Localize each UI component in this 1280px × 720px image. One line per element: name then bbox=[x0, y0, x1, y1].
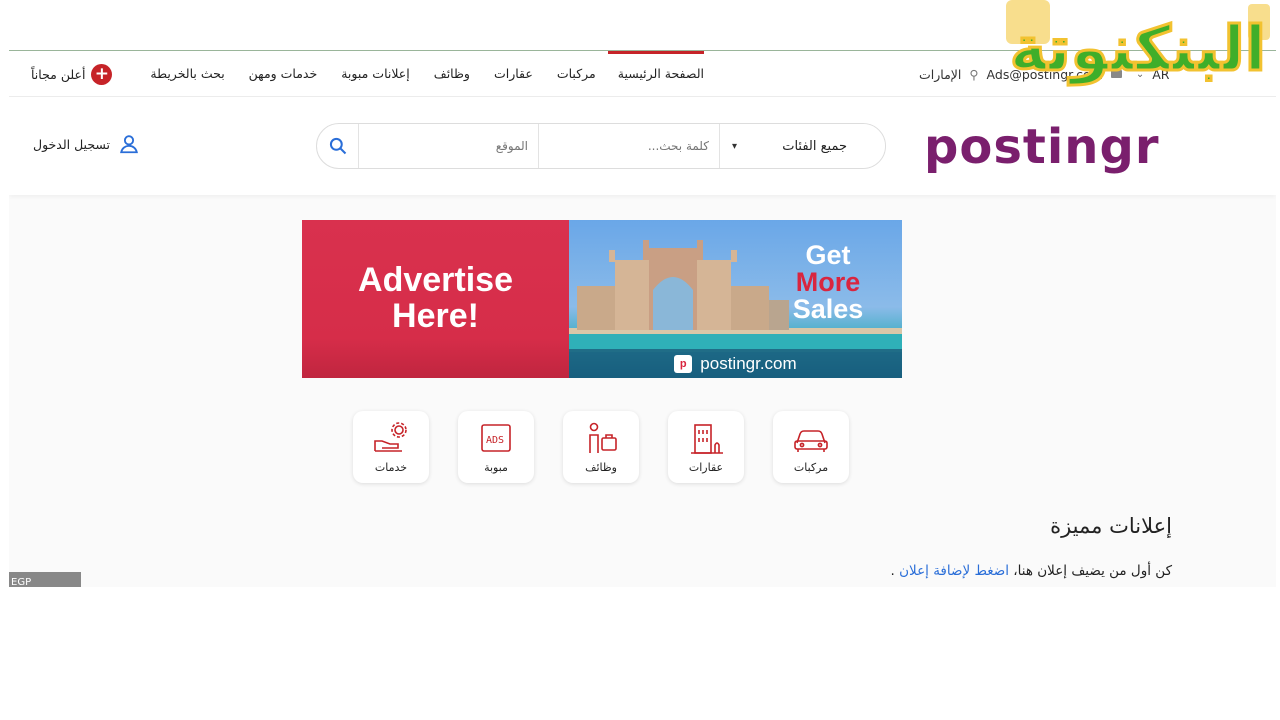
nav-services[interactable]: خدمات ومهن bbox=[237, 51, 330, 97]
banner-url: p postingr.com bbox=[569, 349, 902, 378]
featured-ads-title: إعلانات مميزة bbox=[1050, 514, 1172, 538]
header: تسجيل الدخول ▾ جميع الفئات postingr bbox=[9, 97, 1276, 195]
category-label: خدمات bbox=[374, 460, 408, 474]
search-bar: ▾ جميع الفئات bbox=[316, 123, 886, 169]
banner-url-text: postingr.com bbox=[700, 353, 797, 373]
location-pin-icon: ⚲ bbox=[969, 66, 979, 82]
services-icon bbox=[374, 421, 407, 452]
currency-badge[interactable]: EGP bbox=[9, 572, 81, 587]
logo-text: postingr bbox=[924, 119, 1160, 175]
nav-real-estate[interactable]: عقارات bbox=[482, 51, 545, 97]
category-label: مركبات bbox=[793, 460, 829, 474]
page: + أعلن مجاناً الصفحة الرئيسية مركبات عقا… bbox=[9, 50, 1276, 587]
category-services[interactable]: خدمات bbox=[353, 411, 429, 483]
nav-home[interactable]: الصفحة الرئيسية bbox=[607, 51, 705, 97]
banner-headline-line1: Advertise bbox=[358, 261, 513, 299]
banner-tagline-line1: Get bbox=[805, 240, 851, 270]
search-icon bbox=[329, 137, 346, 155]
featured-note-prefix: كن أول من يضيف إعلان هنا، bbox=[1013, 563, 1172, 579]
category-value: جميع الفئات bbox=[782, 138, 847, 154]
nav-map-search[interactable]: بحث بالخريطة bbox=[138, 51, 236, 97]
plus-icon: + bbox=[91, 63, 113, 85]
category-label: وظائف bbox=[585, 460, 617, 474]
featured-ads-note: كن أول من يضيف إعلان هنا، اضغط لإضافة إع… bbox=[891, 563, 1172, 579]
building-icon bbox=[691, 423, 723, 454]
post-free-ad-button[interactable]: + أعلن مجاناً bbox=[31, 51, 113, 97]
banner-tagline-line2: More bbox=[795, 267, 861, 297]
banner-right-panel: Get More Sales p postingr.com bbox=[569, 220, 902, 378]
nav-vehicles[interactable]: مركبات bbox=[545, 51, 608, 97]
main-nav: الصفحة الرئيسية مركبات عقارات وظائف إعلا… bbox=[138, 51, 705, 97]
category-select[interactable]: ▾ جميع الفئات bbox=[720, 124, 885, 168]
category-real-estate[interactable]: عقارات bbox=[668, 411, 744, 483]
login-button[interactable]: تسجيل الدخول bbox=[33, 133, 140, 155]
category-label: عقارات bbox=[688, 460, 724, 474]
category-list: خدمات ADS مبوبة وظائف عقارات مركبات bbox=[353, 411, 849, 483]
country-label[interactable]: الإمارات bbox=[919, 67, 961, 82]
nav-classifieds[interactable]: إعلانات مبوبة bbox=[329, 51, 422, 97]
banner-headline: Advertise Here! bbox=[302, 262, 569, 334]
classifieds-icon: ADS bbox=[481, 423, 511, 452]
keyword-input[interactable] bbox=[539, 124, 720, 168]
featured-note-suffix: . bbox=[890, 563, 895, 579]
banner-headline-line2: Here! bbox=[392, 297, 479, 335]
banner-tagline-line3: Sales bbox=[792, 294, 864, 324]
login-label: تسجيل الدخول bbox=[33, 136, 111, 152]
watermark-logo: البنكنوتة bbox=[1002, 0, 1274, 98]
watermark-text: البنكنوتة bbox=[1008, 11, 1269, 87]
svg-text:ADS: ADS bbox=[486, 435, 504, 446]
user-icon bbox=[120, 135, 138, 154]
advertise-banner[interactable]: Advertise Here! Get More Sales p posting… bbox=[302, 220, 902, 378]
category-jobs[interactable]: وظائف bbox=[563, 411, 639, 483]
nav-jobs[interactable]: وظائف bbox=[422, 51, 482, 97]
post-free-label: أعلن مجاناً bbox=[31, 66, 86, 82]
postingr-mini-icon: p bbox=[674, 354, 693, 373]
category-classifieds[interactable]: ADS مبوبة bbox=[458, 411, 534, 483]
banner-left-panel: Advertise Here! bbox=[302, 220, 569, 378]
banner-tagline: Get More Sales bbox=[788, 242, 868, 323]
add-ad-link[interactable]: اضغط لإضافة إعلان bbox=[899, 563, 1009, 579]
category-label: مبوبة bbox=[484, 460, 508, 474]
category-vehicles[interactable]: مركبات bbox=[773, 411, 849, 483]
jobs-icon bbox=[589, 422, 617, 453]
postingr-logo[interactable]: postingr bbox=[924, 119, 1169, 179]
location-input[interactable] bbox=[359, 124, 539, 168]
chevron-down-icon: ▾ bbox=[732, 140, 738, 152]
car-icon bbox=[794, 429, 828, 452]
search-button[interactable] bbox=[317, 124, 359, 168]
